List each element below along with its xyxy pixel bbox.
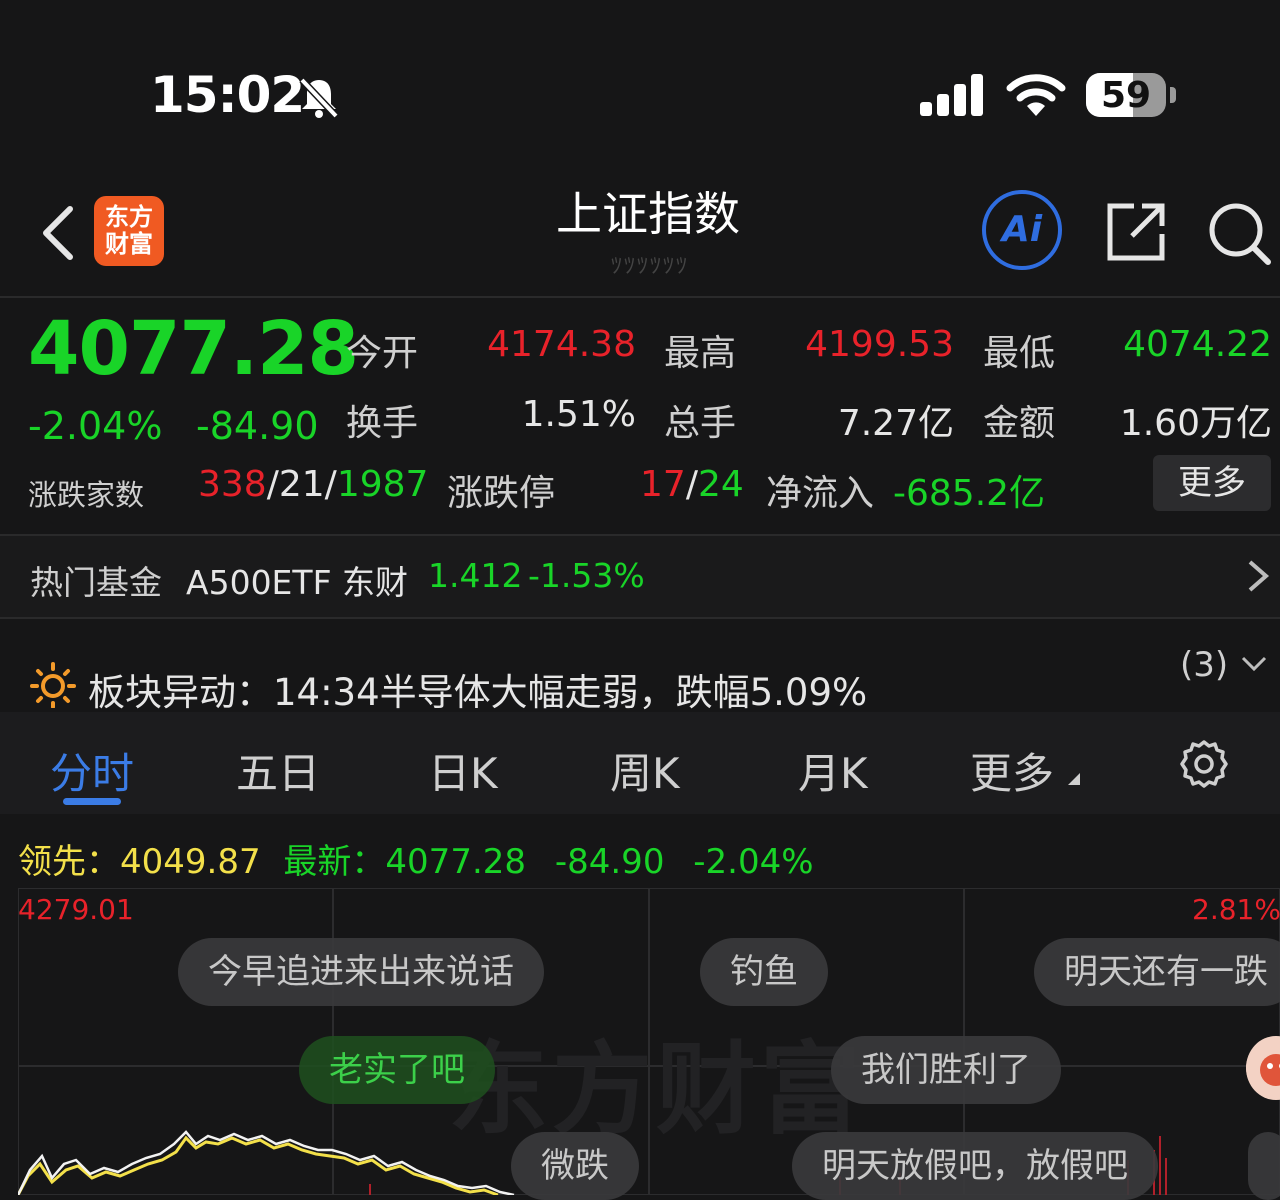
header-divider — [0, 296, 1280, 298]
more-stats-button[interactable]: 更多 — [1153, 455, 1271, 511]
chart-max-percent: 2.81% — [1192, 893, 1280, 926]
fund-divider — [0, 617, 1280, 619]
watermark: 东方财富 — [448, 1031, 864, 1148]
page-title: 上证指数 — [556, 187, 740, 241]
bell-muted-icon — [296, 74, 342, 124]
tab-five-day[interactable]: 五日 — [236, 740, 320, 801]
open-label: 今开 — [346, 333, 419, 374]
chevron-down-icon[interactable] — [1240, 654, 1268, 678]
amount-label: 金额 — [983, 403, 1056, 444]
current-price: 4077.28 — [28, 306, 359, 392]
page-subtitle: ﾂﾂﾂﾂﾂﾂ — [610, 254, 689, 279]
ai-assistant-button[interactable]: Ai — [982, 190, 1062, 270]
sector-alert-text[interactable]: 板块异动：14:34半导体大幅走弱，跌幅5.09% — [88, 662, 867, 716]
breadth-label: 涨跌家数 — [28, 478, 145, 512]
battery-indicator: 59 — [1086, 73, 1166, 117]
chart-legend: 领先：4049.87 最新：4077.28 -84.90 -2.04% — [18, 842, 814, 882]
share-icon[interactable] — [1104, 200, 1168, 268]
tab-more[interactable]: 更多 — [970, 740, 1054, 801]
search-icon[interactable] — [1206, 200, 1272, 270]
danmaku-comment[interactable]: 我们胜利了 — [831, 1036, 1061, 1104]
sun-alert-icon — [30, 662, 76, 712]
limit-up-down: 17/24 — [640, 464, 744, 505]
hot-fund-label: 热门基金 — [30, 563, 162, 602]
hot-fund-price: 1.412 — [428, 556, 523, 595]
limit-label: 涨跌停 — [447, 473, 556, 514]
high-value: 4199.53 — [805, 324, 954, 365]
netflow-label: 净流入 — [766, 473, 875, 514]
danmaku-comment[interactable]: 明天还有一跌 — [1034, 938, 1280, 1006]
cellular-signal-icon — [920, 72, 986, 122]
tab-daily-k[interactable]: 日K — [428, 740, 498, 801]
wifi-icon — [1006, 72, 1066, 122]
danmaku-comment-partial[interactable] — [1248, 1132, 1280, 1200]
turnover-value: 1.51% — [521, 394, 636, 435]
change-percent: -2.04% — [28, 404, 163, 448]
low-label: 最低 — [983, 333, 1056, 374]
chart-max-price: 4279.01 — [18, 893, 134, 926]
gear-icon[interactable] — [1178, 738, 1230, 794]
open-value: 4174.38 — [487, 324, 636, 365]
netflow-value: -685.2亿 — [893, 473, 1046, 514]
index-line — [18, 1130, 515, 1195]
lead-line — [18, 1135, 499, 1195]
hot-fund-change: -1.53% — [528, 556, 645, 595]
chevron-right-icon[interactable] — [1246, 558, 1270, 598]
tab-intraday[interactable]: 分时 — [50, 740, 134, 801]
status-time: 15:02 — [150, 66, 305, 124]
tab-monthly-k[interactable]: 月K — [798, 740, 868, 801]
active-tab-indicator — [63, 798, 121, 805]
volume-value: 7.27亿 — [837, 403, 954, 444]
advance-decline: 338/21/1987 — [198, 464, 429, 505]
battery-tip — [1170, 87, 1176, 103]
more-dropdown-icon[interactable] — [1068, 770, 1080, 789]
danmaku-comment[interactable]: 钓鱼 — [700, 938, 828, 1006]
change-value: -84.90 — [196, 404, 319, 448]
low-value: 4074.22 — [1123, 324, 1272, 365]
hot-fund-name: A500ETF 东财 — [186, 563, 409, 602]
tab-weekly-k[interactable]: 周K — [610, 740, 680, 801]
volume-label: 总手 — [664, 403, 737, 444]
danmaku-comment[interactable]: 明天放假吧，放假吧 — [792, 1132, 1158, 1200]
danmaku-comment[interactable]: 今早追进来出来说话 — [178, 938, 544, 1006]
alert-count[interactable]: (3) — [1180, 645, 1228, 685]
amount-value: 1.60万亿 — [1119, 403, 1272, 444]
high-label: 最高 — [664, 333, 737, 374]
danmaku-comment[interactable]: 老实了吧 — [299, 1036, 495, 1104]
turnover-label: 换手 — [346, 403, 419, 444]
danmaku-comment[interactable]: 微跌 — [511, 1132, 639, 1200]
